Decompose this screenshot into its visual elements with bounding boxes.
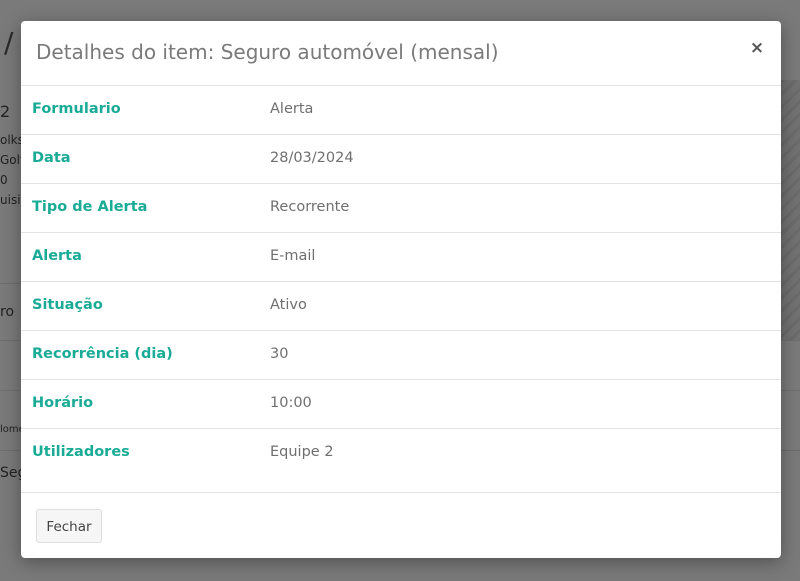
detail-row-formulario: Formulario Alerta <box>21 86 781 135</box>
detail-value: Ativo <box>270 297 307 313</box>
fechar-button[interactable]: Fechar <box>36 509 102 543</box>
modal-body: Formulario Alerta Data 28/03/2024 Tipo d… <box>21 86 781 477</box>
detail-label: Alerta <box>32 248 82 264</box>
detail-row-situacao: Situação Ativo <box>21 282 781 331</box>
detail-row-recorrencia: Recorrência (dia) 30 <box>21 331 781 380</box>
detail-row-tipo-de-alerta: Tipo de Alerta Recorrente <box>21 184 781 233</box>
item-details-modal: Detalhes do item: Seguro automóvel (mens… <box>21 21 781 558</box>
detail-value: 30 <box>270 346 289 362</box>
detail-value: 10:00 <box>270 395 312 411</box>
detail-row-data: Data 28/03/2024 <box>21 135 781 184</box>
detail-value: E-mail <box>270 248 316 264</box>
detail-label: Situação <box>32 297 103 313</box>
detail-label: Tipo de Alerta <box>32 199 148 215</box>
detail-label: Utilizadores <box>32 444 130 460</box>
modal-header: Detalhes do item: Seguro automóvel (mens… <box>21 21 781 86</box>
detail-label: Formulario <box>32 101 121 117</box>
detail-row-horario: Horário 10:00 <box>21 380 781 429</box>
detail-value: Recorrente <box>270 199 350 215</box>
close-icon[interactable]: × <box>747 37 767 59</box>
detail-row-alerta: Alerta E-mail <box>21 233 781 282</box>
detail-row-utilizadores: Utilizadores Equipe 2 <box>21 429 781 477</box>
detail-value: Equipe 2 <box>270 444 334 460</box>
detail-label: Recorrência (dia) <box>32 346 173 362</box>
modal-footer: Fechar <box>21 492 781 558</box>
modal-title: Detalhes do item: Seguro automóvel (mens… <box>36 40 499 64</box>
detail-value: Alerta <box>270 101 314 117</box>
detail-value: 28/03/2024 <box>270 150 354 166</box>
detail-label: Data <box>32 150 71 166</box>
detail-label: Horário <box>32 395 94 411</box>
